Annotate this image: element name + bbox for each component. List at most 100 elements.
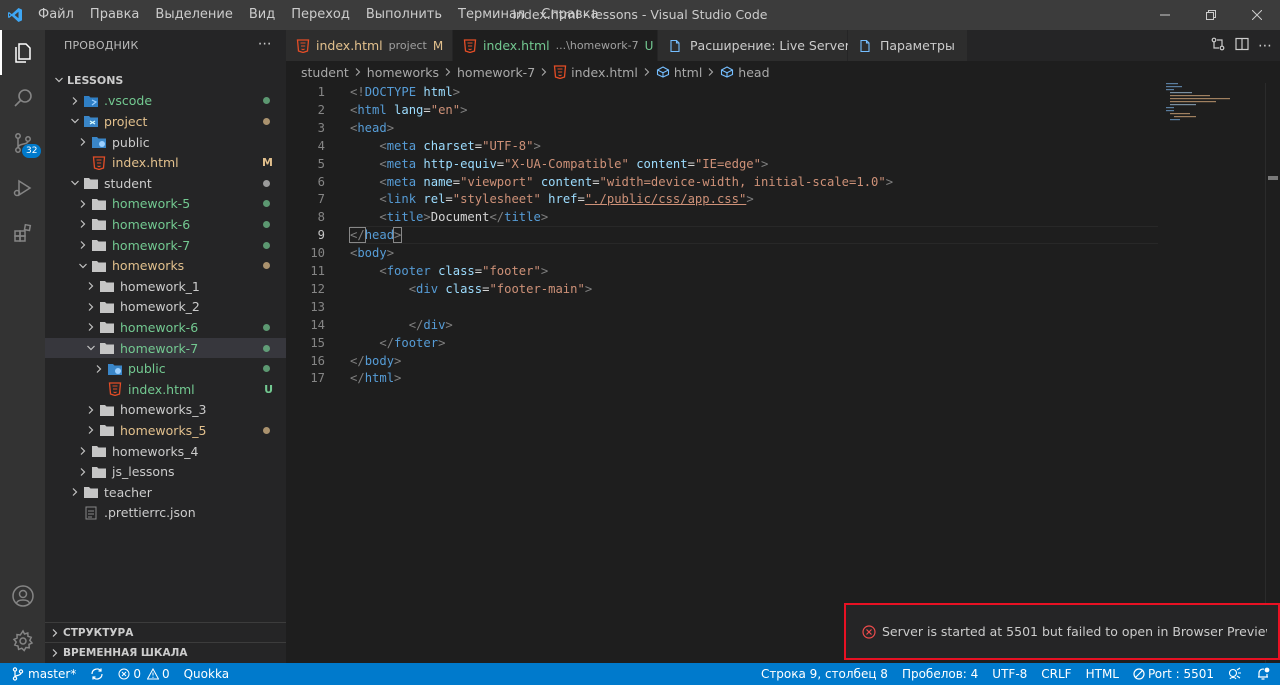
folder-item[interactable]: homework_2	[45, 297, 286, 318]
search-icon[interactable]	[0, 75, 45, 120]
preview-icon	[858, 39, 872, 53]
outline-section[interactable]: СТРУКТУРА	[45, 622, 286, 643]
folder-item[interactable]: homework-6	[45, 214, 286, 235]
folder-item[interactable]: project	[45, 111, 286, 132]
manage-gear-icon[interactable]	[0, 618, 45, 663]
code-line[interactable]: 9 </head>	[286, 226, 1158, 245]
breadcrumb-item[interactable]: head	[738, 65, 769, 80]
more-tab-actions-icon[interactable]: ⋯	[1258, 38, 1272, 54]
editor-tab[interactable]: Расширение: Live Server	[658, 30, 850, 61]
tab-description: ...\homework-7	[555, 39, 639, 52]
menu-item[interactable]: Вид	[241, 0, 283, 30]
code-line[interactable]: 14 </div>	[286, 316, 1156, 334]
breadcrumb-item[interactable]: homework-7	[457, 65, 535, 80]
menu-item[interactable]: Справка	[533, 0, 606, 30]
breadcrumb-item[interactable]: homeworks	[367, 65, 439, 80]
workspace-root[interactable]: LESSONS	[45, 70, 286, 91]
indentation-status[interactable]: Пробелов: 4	[895, 663, 985, 685]
live-server-status[interactable]: Port : 5501	[1126, 663, 1221, 685]
folder-item[interactable]: homeworks_5	[45, 420, 286, 441]
breadcrumb: student homeworks homework-7 index.html html…	[286, 61, 1280, 83]
more-actions-icon[interactable]: ⋯	[258, 36, 272, 52]
compare-changes-icon[interactable]	[1210, 36, 1226, 56]
code-line[interactable]: 16 </body>	[286, 352, 1156, 370]
file-item[interactable]: index.html M	[45, 152, 286, 173]
editor-tab[interactable]: Параметры	[848, 30, 968, 61]
menu-item[interactable]: Терминал	[450, 0, 533, 30]
quokka-status[interactable]: Quokka	[177, 663, 236, 685]
folder-item[interactable]: js_lessons	[45, 461, 286, 482]
folder-item[interactable]: homeworks	[45, 255, 286, 276]
folder-icon	[91, 237, 107, 253]
code-line[interactable]: 17 </html>	[286, 369, 1156, 387]
folder-item[interactable]: homework-6	[45, 317, 286, 338]
code-editor[interactable]: 1 <!DOCTYPE html> 2 <html lang="en"> 3 <head>…	[286, 83, 1280, 663]
restore-button[interactable]	[1188, 0, 1234, 30]
symbol-element-icon	[720, 66, 734, 78]
close-window-button[interactable]	[1234, 0, 1280, 30]
breadcrumb-item[interactable]: html	[674, 65, 702, 80]
code-line[interactable]: 15 </footer>	[286, 334, 1156, 352]
folder-icon	[83, 93, 99, 109]
code-line[interactable]: 2 <html lang="en">	[286, 101, 1156, 119]
code-line[interactable]: 8 <title>Document</title>	[286, 208, 1156, 226]
file-item[interactable]: .prettierrc.json	[45, 503, 286, 524]
cursor-position[interactable]: Строка 9, столбец 8	[754, 663, 895, 685]
code-line[interactable]: 6 <meta name="viewport" content="width=d…	[286, 173, 1156, 191]
timeline-section[interactable]: ВРЕМЕННАЯ ШКАЛА	[45, 642, 286, 663]
menu-item[interactable]: Правка	[82, 0, 147, 30]
encoding-status[interactable]: UTF-8	[985, 663, 1034, 685]
language-mode[interactable]: HTML	[1079, 663, 1126, 685]
file-item[interactable]: index.html U	[45, 379, 286, 400]
menu-item[interactable]: Выполнить	[358, 0, 450, 30]
code-line[interactable]: 5 <meta http-equiv="X-UA-Compatible" con…	[286, 155, 1156, 173]
folder-item[interactable]: .vscode	[45, 91, 286, 112]
editor-tab[interactable]: index.html...\homework-7U×	[453, 30, 674, 61]
folder-item[interactable]: homework-5	[45, 194, 286, 215]
breadcrumb-item[interactable]: student	[301, 65, 349, 80]
minimize-button[interactable]	[1142, 0, 1188, 30]
symbol-element-icon	[656, 66, 670, 78]
folder-item[interactable]: public	[45, 358, 286, 379]
code-line[interactable]: 12 <div class="footer-main">	[286, 280, 1156, 298]
folder-item[interactable]: homework-7	[45, 337, 286, 359]
code-line[interactable]: 7 <link rel="stylesheet" href="./public/…	[286, 190, 1156, 208]
code-line[interactable]: 13	[286, 298, 1156, 316]
sync-status[interactable]	[83, 663, 111, 685]
eol-status[interactable]: CRLF	[1034, 663, 1078, 685]
folder-item[interactable]: homework-7	[45, 235, 286, 256]
split-editor-icon[interactable]	[1234, 36, 1250, 56]
folder-icon	[99, 299, 115, 315]
folder-item[interactable]: homework_1	[45, 276, 286, 297]
menu-item[interactable]: Файл	[30, 0, 82, 30]
menu-item[interactable]: Выделение	[147, 0, 240, 30]
source-control-icon[interactable]: 32	[0, 120, 45, 165]
folder-item[interactable]: public	[45, 132, 286, 153]
feedback-status[interactable]	[1221, 663, 1249, 685]
code-line[interactable]: 10 <body>	[286, 244, 1156, 262]
code-line[interactable]: 11 <footer class="footer">	[286, 262, 1156, 280]
git-status-dot	[263, 241, 270, 249]
breadcrumb-item[interactable]: index.html	[571, 65, 638, 80]
problems-status[interactable]: 0 0	[111, 663, 176, 685]
run-debug-icon[interactable]	[0, 165, 45, 210]
code-line[interactable]: 3 <head>	[286, 119, 1156, 137]
accounts-icon[interactable]	[0, 573, 45, 618]
extensions-icon[interactable]	[0, 210, 45, 255]
tab-description: project	[388, 39, 427, 52]
editor-tab[interactable]: index.html project M	[286, 30, 453, 61]
error-notification[interactable]: Server is started at 5501 but failed to …	[844, 603, 1280, 660]
folder-item[interactable]: teacher	[45, 482, 286, 503]
menu-item[interactable]: Переход	[283, 0, 358, 30]
code-line[interactable]: 1 <!DOCTYPE html>	[286, 83, 1156, 101]
folder-item[interactable]: student	[45, 173, 286, 194]
minimap[interactable]	[1166, 83, 1266, 123]
folder-item[interactable]: homeworks_4	[45, 441, 286, 462]
code-line[interactable]: 4 <meta charset="UTF-8">	[286, 137, 1156, 155]
branch-status[interactable]: master*	[0, 663, 83, 685]
editor-scrollbar[interactable]	[1265, 83, 1280, 663]
explorer-icon[interactable]	[0, 30, 45, 75]
folder-item[interactable]: homeworks_3	[45, 400, 286, 421]
explorer-sidebar: ПРОВОДНИК ⋯ LESSONS .vscode project public i…	[45, 30, 286, 663]
notifications-status[interactable]	[1249, 663, 1280, 685]
